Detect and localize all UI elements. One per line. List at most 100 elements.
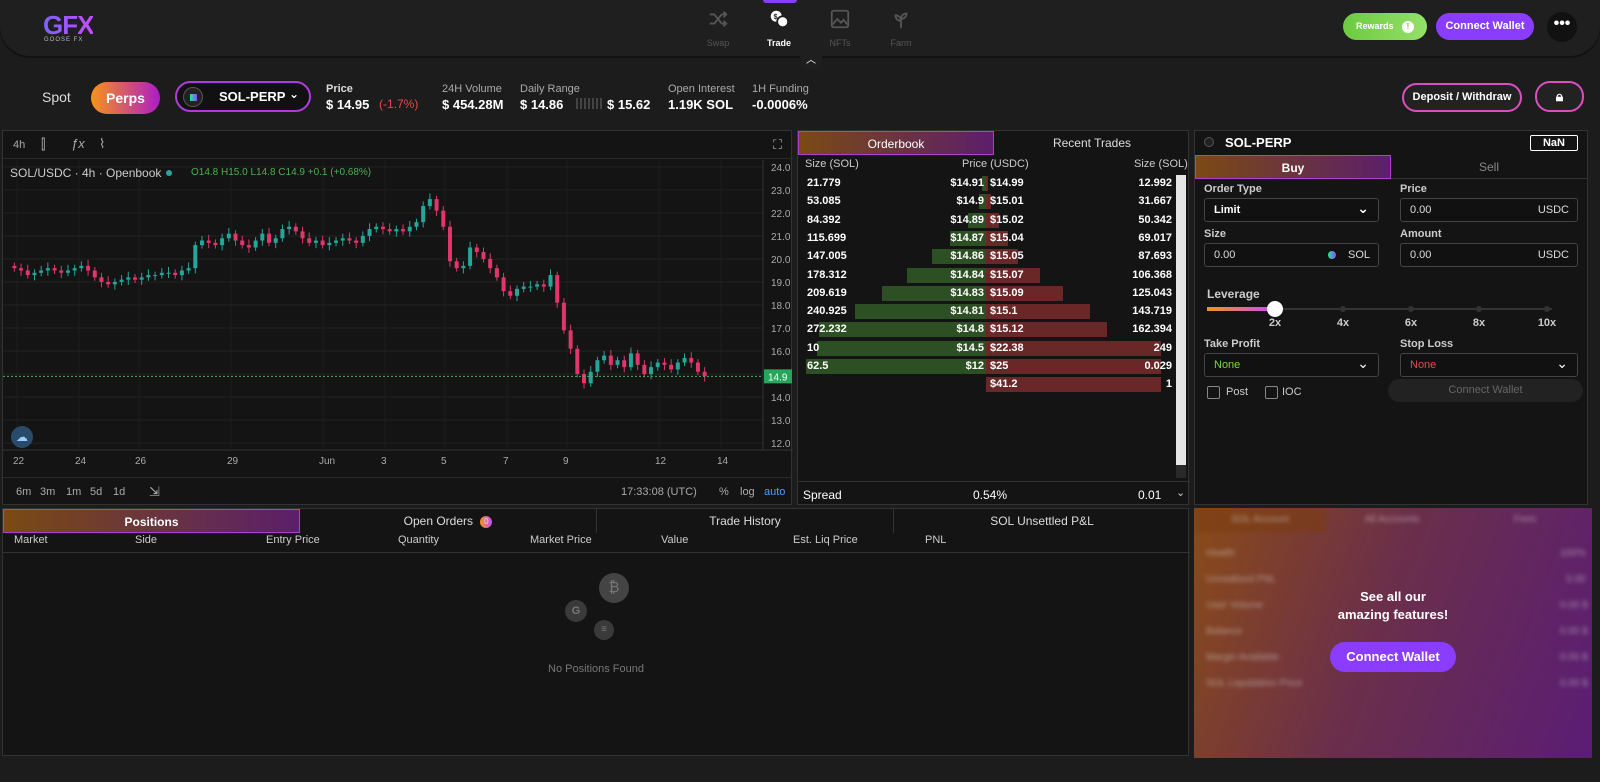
nav-nfts[interactable]: NFTs xyxy=(810,8,870,48)
orderbook-row[interactable]: 240.925 $14.81 $15.1 143.719 xyxy=(806,303,1174,321)
tab-recent-trades[interactable]: Recent Trades xyxy=(994,131,1190,155)
date-range-icon[interactable]: ⇲ xyxy=(149,484,160,500)
amount-input[interactable]: 0.00 USDC xyxy=(1400,243,1578,267)
orderbook-row[interactable]: 21.779 $14.91 $14.99 12.992 xyxy=(806,175,1174,193)
ask-depth-bar xyxy=(986,176,988,191)
candle-body xyxy=(200,240,205,246)
account-connect-wallet-button[interactable]: Connect Wallet xyxy=(1330,642,1456,672)
log-scale-toggle[interactable]: log xyxy=(740,486,755,498)
positions-panel: Positions Open Orders 0 Trade History SO… xyxy=(2,508,1190,756)
candle-body xyxy=(213,242,218,246)
take-profit-select[interactable]: None ⌄ xyxy=(1204,353,1379,377)
chevron-down-icon: ⌄ xyxy=(1357,355,1369,371)
balance-label: Balance xyxy=(1206,626,1243,637)
leverage-slider[interactable]: 2x 4x 6x 8x 10x xyxy=(1207,301,1556,329)
orderbook-row[interactable]: $41.2 1 xyxy=(806,376,1174,394)
orderbook-row[interactable]: 53.085 $14.9 $15.01 31.667 xyxy=(806,193,1174,211)
lock-button[interactable]: 🔒︎ xyxy=(1535,81,1584,112)
candle-body xyxy=(146,275,151,278)
orderbook-row[interactable]: 272.232 $14.8 $15.12 162.394 xyxy=(806,321,1174,339)
auto-scale-toggle[interactable]: auto xyxy=(764,486,785,498)
connect-wallet-form-button[interactable]: Connect Wallet xyxy=(1388,379,1583,402)
buy-tab[interactable]: Buy xyxy=(1195,155,1391,179)
orderbook-row[interactable]: 147.005 $14.86 $15.05 87.693 xyxy=(806,248,1174,266)
y-tick-label: 22.0 xyxy=(771,209,791,220)
indicators-icon[interactable]: ƒx xyxy=(71,136,85,151)
orderbook-row[interactable]: 62.5 $12 $25 0.029 xyxy=(806,358,1174,376)
market-selector[interactable]: SOL-PERP ⌄ xyxy=(175,81,311,112)
order-type-select[interactable]: Limit ⌄ xyxy=(1204,198,1379,222)
candle-type-icon[interactable]: ⫿ xyxy=(41,136,45,153)
nav-trade[interactable]: $ Trade xyxy=(749,8,809,48)
range-5d[interactable]: 5d xyxy=(90,486,102,498)
candle-body xyxy=(52,268,57,271)
ioc-label: IOC xyxy=(1282,386,1302,398)
nav-farm[interactable]: Farm xyxy=(871,8,931,48)
candle-body xyxy=(521,286,526,289)
chevron-down-icon[interactable]: ⌄ xyxy=(1176,486,1185,499)
amount-label: Amount xyxy=(1400,228,1442,240)
candle-body xyxy=(32,272,37,276)
post-checkbox[interactable] xyxy=(1207,386,1220,399)
rewards-button[interactable]: Rewards ! xyxy=(1343,13,1427,40)
y-tick-label: 20.0 xyxy=(771,255,791,266)
tab-unsettled-pnl[interactable]: SOL Unsettled P&L xyxy=(894,509,1190,533)
tab-positions[interactable]: Positions xyxy=(3,509,300,533)
orderbook-scrollbar[interactable] xyxy=(1176,175,1186,478)
bid-size: 84.392 xyxy=(807,213,841,226)
slider-thumb[interactable] xyxy=(1267,301,1283,317)
interval-selector[interactable]: 4h xyxy=(13,139,25,151)
candle-body xyxy=(300,231,305,239)
orderbook-row[interactable]: 115.699 $14.87 $15.04 69.017 xyxy=(806,230,1174,248)
x-tick-label: 7 xyxy=(503,456,509,467)
leverage-mark-label: 4x xyxy=(1336,317,1350,329)
logo-subtitle: GOOSE FX xyxy=(44,37,84,43)
tab-orderbook[interactable]: Orderbook xyxy=(798,131,994,155)
perps-toggle[interactable]: Perps xyxy=(91,82,160,114)
col-market: Market xyxy=(14,534,48,546)
spot-toggle[interactable]: Spot xyxy=(42,89,71,105)
orderbook-row[interactable]: 209.619 $14.83 $15.09 125.043 xyxy=(806,285,1174,303)
tab-fees[interactable]: Fees xyxy=(1458,508,1592,532)
size-input[interactable]: 0.00 SOL xyxy=(1204,243,1379,267)
x-tick-label: 9 xyxy=(563,456,569,467)
candle-body xyxy=(280,229,285,239)
price-input[interactable]: 0.00 USDC xyxy=(1400,198,1578,222)
orderbook-row[interactable]: 178.312 $14.84 $15.07 106.368 xyxy=(806,267,1174,285)
orderbook-row[interactable]: 10 $14.5 $22.38 249 xyxy=(806,340,1174,358)
deposit-withdraw-button[interactable]: Deposit / Withdraw xyxy=(1402,83,1522,112)
templates-icon[interactable]: ⌇ xyxy=(99,136,105,152)
range-6m[interactable]: 6m xyxy=(16,486,31,498)
range-label: Daily Range xyxy=(520,83,580,95)
percent-scale-toggle[interactable]: % xyxy=(719,486,729,498)
tab-sol-account[interactable]: SOL Account xyxy=(1194,508,1326,532)
x-tick-label: 3 xyxy=(381,456,387,467)
connect-wallet-button[interactable]: Connect Wallet xyxy=(1436,13,1534,40)
range-1m[interactable]: 1m xyxy=(66,486,81,498)
bid-price: $14.91 xyxy=(950,177,984,189)
bid-size: 209.619 xyxy=(807,286,847,299)
cloud-icon[interactable]: ☁ xyxy=(11,426,33,448)
more-menu-button[interactable]: ••• xyxy=(1547,12,1577,42)
collapse-header-button[interactable]: ︿ xyxy=(800,54,822,70)
y-tick-label: 18.0 xyxy=(771,301,791,312)
tab-trade-history[interactable]: Trade History xyxy=(597,509,894,533)
ioc-checkbox[interactable] xyxy=(1265,386,1278,399)
stop-loss-select[interactable]: None ⌄ xyxy=(1400,353,1578,377)
tab-all-accounts[interactable]: All Accounts xyxy=(1326,508,1458,532)
ask-size: 0.029 xyxy=(1144,360,1172,372)
nav-swap[interactable]: Swap xyxy=(688,8,748,48)
candlestick-chart[interactable]: 24.023.022.021.020.019.018.017.016.015.0… xyxy=(3,160,793,477)
ask-size: 1 xyxy=(1165,378,1172,391)
fullscreen-icon[interactable]: ⛶ xyxy=(773,137,782,153)
range-3m[interactable]: 3m xyxy=(40,486,55,498)
candle-body xyxy=(595,360,600,372)
tab-open-orders[interactable]: Open Orders 0 xyxy=(300,509,597,533)
range-1d[interactable]: 1d xyxy=(113,486,125,498)
x-tick-label: 29 xyxy=(227,456,239,467)
sell-tab[interactable]: Sell xyxy=(1391,155,1587,179)
tick-size-selector[interactable]: 0.01 xyxy=(1138,488,1161,502)
chart-toolbar: 4h ⫿ ƒx ⌇ ⛶ xyxy=(3,131,793,159)
orderbook-row[interactable]: 84.392 $14.89 $15.02 50.342 xyxy=(806,212,1174,230)
chevron-down-icon: ⌄ xyxy=(1556,355,1568,371)
